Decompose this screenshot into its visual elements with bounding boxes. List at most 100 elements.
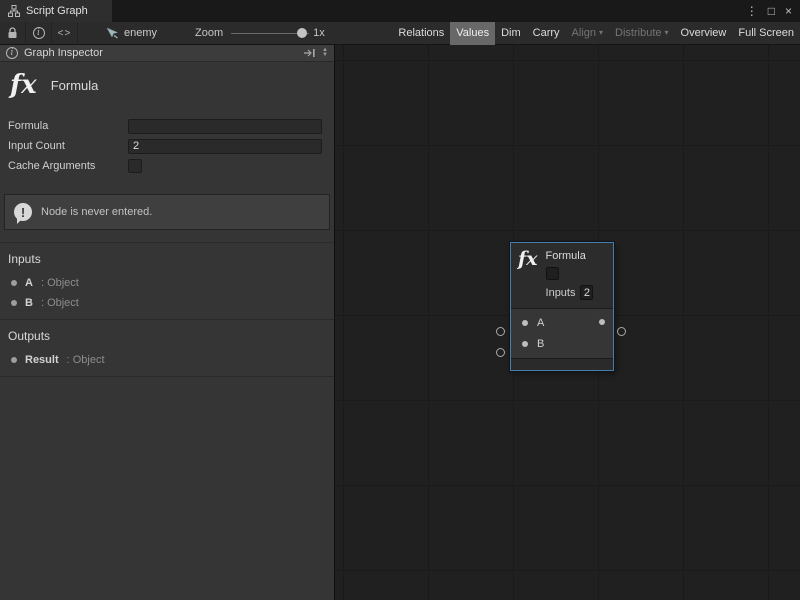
relations-button[interactable]: Relations — [392, 22, 450, 45]
graph-reference[interactable]: enemy — [106, 27, 157, 39]
inputs-section: Inputs A : Object B : Object — [0, 242, 334, 319]
dock-panel-icon[interactable] — [303, 48, 316, 58]
script-graph-window: Script Graph ⋮ □ × i <> enemy Z — [0, 0, 800, 600]
formula-field-row: Formula — [8, 116, 322, 136]
zoom-value: 1x — [313, 27, 325, 39]
script-graph-icon — [8, 5, 20, 17]
distribute-button[interactable]: Distribute ▾ — [609, 22, 674, 45]
zoom-slider-knob[interactable] — [297, 28, 307, 38]
port-row-a: A — [511, 312, 613, 333]
output-pin-row-result: Result : Object — [0, 350, 334, 370]
overview-button[interactable]: Overview — [675, 22, 733, 45]
node-formula-field[interactable] — [546, 267, 559, 280]
node-inputs-row: Inputs 2 — [546, 285, 594, 300]
outputs-section: Outputs Result : Object — [0, 319, 334, 376]
input-pin-row-a: A : Object — [0, 273, 334, 293]
close-icon[interactable]: × — [785, 4, 792, 18]
dim-label: Dim — [501, 27, 521, 39]
warning-text: Node is never entered. — [41, 206, 152, 218]
pin-type: : Object — [41, 297, 79, 309]
inspector-header: i Graph Inspector ▲ ▼ — [0, 45, 334, 62]
chevron-down-icon: ▾ — [599, 29, 603, 37]
zoom-label: Zoom — [195, 27, 223, 39]
inspector-fields: Formula Input Count Cache Arguments — [0, 112, 334, 184]
lock-button[interactable] — [0, 22, 26, 45]
maximize-icon[interactable]: □ — [768, 4, 775, 18]
cache-arguments-checkbox[interactable] — [128, 159, 142, 173]
inspector-header-title: Graph Inspector — [24, 47, 103, 59]
chevron-down-icon: ▾ — [665, 29, 669, 37]
distribute-label: Distribute — [615, 27, 661, 39]
panel-scrollbar[interactable]: ▲ ▼ — [322, 48, 330, 58]
node-title: Formula — [546, 250, 594, 262]
graph-toolbar: i <> enemy Zoom 1x Relations Values — [0, 22, 800, 45]
connector-ring-input-a[interactable] — [496, 327, 505, 336]
inspector-node-title: Formula — [51, 78, 99, 93]
pin-name: B — [25, 297, 33, 309]
port-dot-icon — [11, 280, 17, 286]
inspector-toggle-button[interactable]: i — [26, 22, 52, 45]
input-count-input[interactable] — [128, 139, 322, 154]
carry-label: Carry — [533, 27, 560, 39]
cache-arguments-label: Cache Arguments — [8, 160, 128, 172]
formula-node-header[interactable]: fx Formula Inputs 2 — [511, 243, 613, 308]
cache-arguments-field-row: Cache Arguments — [8, 156, 322, 176]
input-port-a-icon[interactable] — [522, 320, 528, 326]
pin-name: Result — [25, 354, 59, 366]
relations-label: Relations — [398, 27, 444, 39]
connector-ring-input-b[interactable] — [496, 348, 505, 357]
formula-fx-icon: fx — [518, 250, 538, 300]
connector-ring-output[interactable] — [617, 327, 626, 336]
formula-field-label: Formula — [8, 120, 128, 132]
info-icon: i — [33, 27, 45, 39]
port-row-b: B — [511, 333, 613, 354]
input-count-field-row: Input Count — [8, 136, 322, 156]
window-controls: ⋮ □ × — [746, 0, 800, 22]
align-label: Align — [572, 27, 596, 39]
inspector-empty-area — [0, 376, 334, 576]
window-menu-icon[interactable]: ⋮ — [746, 4, 758, 18]
output-port-result-icon[interactable] — [599, 319, 605, 325]
dim-button[interactable]: Dim — [495, 22, 527, 45]
warning-box: ! Node is never entered. — [4, 194, 330, 230]
values-label: Values — [456, 27, 489, 39]
node-type-header: fx Formula — [0, 62, 334, 112]
pin-name: A — [25, 277, 33, 289]
align-button[interactable]: Align ▾ — [566, 22, 609, 45]
fullscreen-button[interactable]: Full Screen — [732, 22, 800, 45]
formula-input[interactable] — [128, 119, 322, 134]
zoom-slider[interactable] — [231, 22, 309, 45]
node-footer — [511, 358, 613, 370]
scroll-down-icon[interactable]: ▼ — [322, 53, 328, 58]
outputs-section-header: Outputs — [0, 320, 334, 350]
warning-icon: ! — [14, 203, 32, 221]
values-button[interactable]: Values — [450, 22, 495, 45]
graph-asset-icon — [106, 27, 119, 39]
info-icon: i — [6, 47, 18, 59]
code-icon: <> — [58, 28, 72, 39]
input-port-b-icon[interactable] — [522, 341, 528, 347]
node-input-count-field[interactable]: 2 — [580, 285, 593, 300]
toolbar-button-group: Relations Values Dim Carry Align ▾ Distr… — [392, 22, 800, 45]
tab-label: Script Graph — [26, 5, 88, 17]
port-dot-icon — [11, 300, 17, 306]
graph-reference-label: enemy — [124, 27, 157, 39]
formula-node[interactable]: fx Formula Inputs 2 A — [510, 242, 614, 371]
input-count-label: Input Count — [8, 140, 128, 152]
titlebar: Script Graph ⋮ □ × — [0, 0, 800, 22]
inputs-section-header: Inputs — [0, 243, 334, 273]
formula-fx-icon: fx — [10, 72, 37, 98]
overview-label: Overview — [681, 27, 727, 39]
tab-script-graph[interactable]: Script Graph — [0, 0, 112, 22]
graph-canvas[interactable]: fx Formula Inputs 2 A — [335, 45, 800, 600]
graph-inspector-panel: i Graph Inspector ▲ ▼ fx Formula Formula… — [0, 45, 335, 600]
lock-icon — [7, 27, 18, 39]
fullscreen-label: Full Screen — [738, 27, 794, 39]
edit-script-button[interactable]: <> — [52, 22, 78, 45]
pin-type: : Object — [67, 354, 105, 366]
pin-type: : Object — [41, 277, 79, 289]
carry-button[interactable]: Carry — [527, 22, 566, 45]
port-dot-icon — [11, 357, 17, 363]
port-b-label: B — [537, 338, 544, 350]
node-inputs-label: Inputs — [546, 287, 576, 299]
